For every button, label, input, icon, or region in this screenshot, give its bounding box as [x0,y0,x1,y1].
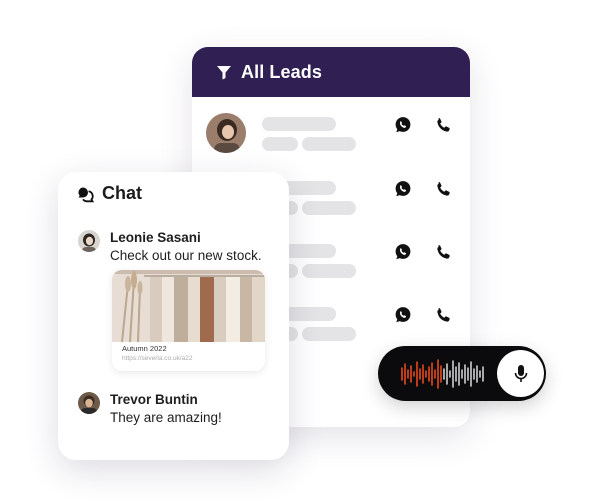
sender-name: Trevor Buntin [110,392,198,407]
phone-icon[interactable] [433,305,453,325]
clothing-rack-image [112,270,265,342]
whatsapp-icon[interactable] [393,115,413,135]
phone-icon[interactable] [433,179,453,199]
message-text: They are amazing! [110,410,222,425]
whatsapp-icon[interactable] [393,242,413,262]
chat-title: Chat [102,183,142,203]
link-url[interactable]: https://severla.co.uk/a22 [122,355,192,362]
placeholder-chip [302,264,356,278]
placeholder-line [262,117,336,131]
leads-title: All Leads [241,61,322,82]
phone-icon[interactable] [433,242,453,262]
lead-row[interactable] [192,113,470,173]
audio-waveform [401,359,484,389]
chat-panel: Chat Leonie Sasani Check out our new sto… [58,172,289,460]
stage: All Leads Chat Leonie Sasani Check out o… [0,0,608,504]
link-preview-card[interactable]: Autumn 2022 https://severla.co.uk/a22 [112,270,265,371]
chat-message: Trevor Buntin They are amazing! [78,392,278,432]
sender-name: Leonie Sasani [110,230,201,245]
filter-icon[interactable] [216,64,232,80]
avatar [206,113,246,153]
mic-button[interactable] [497,350,544,397]
avatar [78,230,100,252]
whatsapp-icon[interactable] [393,179,413,199]
placeholder-chip [302,137,356,151]
message-text: Check out our new stock. [110,248,262,263]
chat-header: Chat [76,183,142,204]
placeholder-chip [302,201,356,215]
voice-recorder [378,346,546,401]
link-title: Autumn 2022 [122,344,167,353]
chat-bubble-icon [76,185,94,203]
leads-header: All Leads [192,47,470,97]
placeholder-chip [262,137,298,151]
whatsapp-icon[interactable] [393,305,413,325]
phone-icon[interactable] [433,115,453,135]
avatar [78,392,100,414]
placeholder-chip [302,327,356,341]
mic-icon [514,364,527,382]
